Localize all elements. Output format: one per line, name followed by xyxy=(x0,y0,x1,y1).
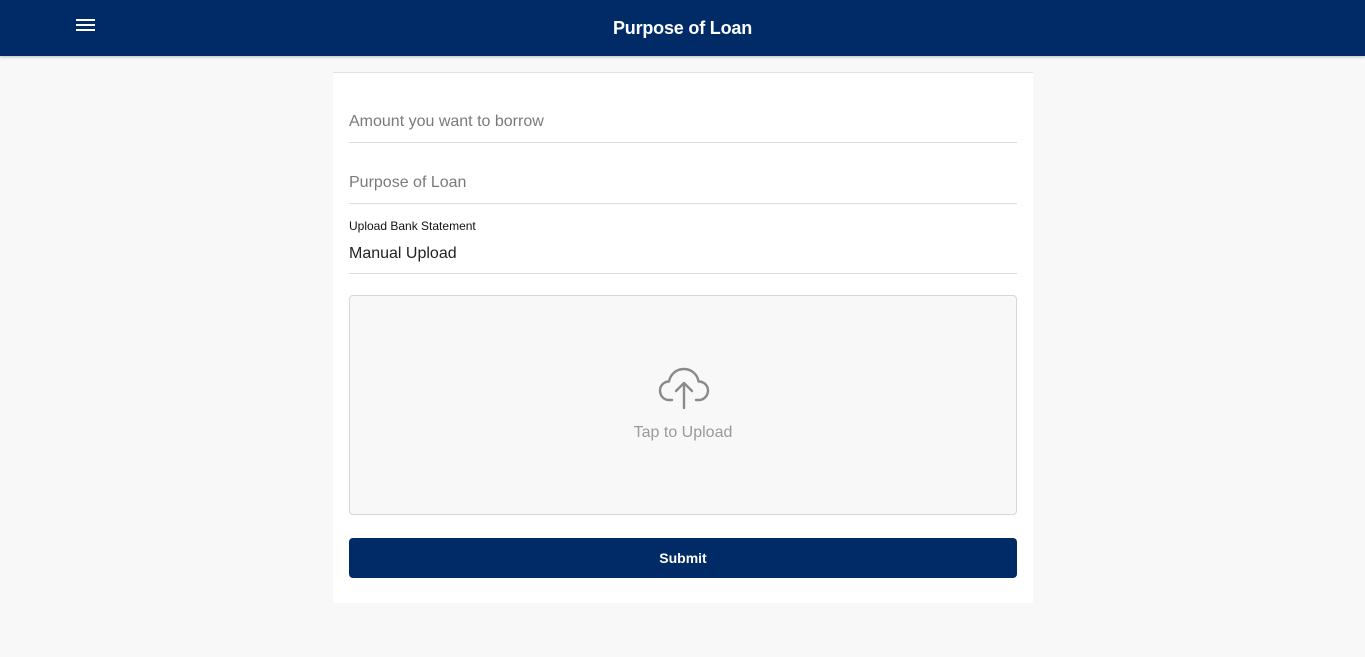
bank-statement-select[interactable]: Manual Upload xyxy=(349,233,1017,274)
bank-statement-value[interactable]: Manual Upload xyxy=(349,245,457,263)
submit-button[interactable]: Submit xyxy=(349,538,1017,578)
upload-label: Tap to Upload xyxy=(633,424,733,441)
app-header: Purpose of Loan xyxy=(0,0,1365,56)
bank-statement-label: Upload Bank Statement xyxy=(349,219,476,233)
amount-field[interactable]: Amount you want to borrow xyxy=(349,99,1017,143)
purpose-input[interactable]: Purpose of Loan xyxy=(349,174,466,192)
page-title: Purpose of Loan xyxy=(612,18,752,38)
amount-input[interactable]: Amount you want to borrow xyxy=(349,113,544,131)
upload-dropzone[interactable]: Tap to Upload xyxy=(349,295,1017,515)
loan-form-card: Amount you want to borrow Purpose of Loa… xyxy=(333,72,1033,603)
cloud-upload-icon xyxy=(658,367,710,410)
purpose-field[interactable]: Purpose of Loan xyxy=(349,160,1017,204)
